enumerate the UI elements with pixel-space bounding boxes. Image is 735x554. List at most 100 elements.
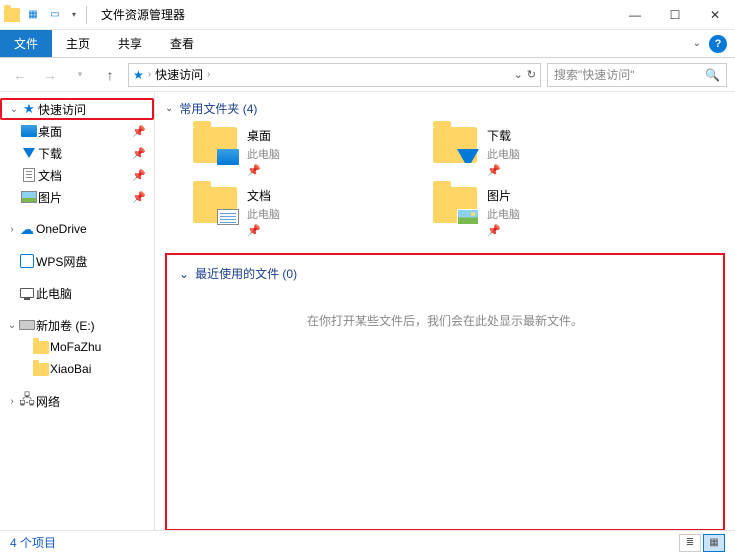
tab-view[interactable]: 查看 [156,30,208,57]
sidebar-item-label: 新加卷 (E:) [36,317,150,334]
window-title: 文件资源管理器 [93,6,185,23]
sidebar-item-pictures[interactable]: 图片 📌 [0,186,154,208]
qat-dropdown-icon[interactable]: ▾ [68,10,80,19]
search-box[interactable]: 🔍 [547,63,727,87]
sidebar-item-this-pc[interactable]: › 此电脑 [0,282,154,304]
chevron-right-icon[interactable]: › [207,69,210,80]
tab-share[interactable]: 共享 [104,30,156,57]
sidebar-item-folder[interactable]: › XiaoBai [0,358,154,380]
chevron-right-icon[interactable]: › [148,69,151,80]
view-details-button[interactable]: ≣ [679,534,701,552]
up-button[interactable]: ↑ [98,63,122,87]
folder-tile[interactable]: 文档 此电脑 📌 [193,187,393,237]
sidebar-item-label: WPS网盘 [36,253,150,270]
tile-sublabel: 此电脑 [247,206,280,222]
tile-sublabel: 此电脑 [487,146,520,162]
refresh-icon[interactable]: ↻ [527,68,536,81]
sidebar-item-documents[interactable]: 文档 📌 [0,164,154,186]
expand-icon[interactable]: ⌄ [8,104,20,115]
sidebar-item-onedrive[interactable]: › ☁ OneDrive [0,218,154,240]
sidebar-item-wps[interactable]: › WPS网盘 [0,250,154,272]
cloud-icon: ☁ [20,221,34,238]
address-bar[interactable]: ★ › 快速访问 › ⌄ ↻ [128,63,541,87]
folder-tile[interactable]: 桌面 此电脑 📌 [193,127,393,177]
sidebar-item-label: 此电脑 [36,285,150,302]
tile-name: 下载 [487,127,520,144]
search-icon[interactable]: 🔍 [705,68,720,82]
navigation-bar: ← → ▾ ↑ ★ › 快速访问 › ⌄ ↻ 🔍 [0,58,735,92]
app-icon [4,8,20,22]
recent-empty-message: 在你打开某些文件后，我们会在此处显示最新文件。 [179,312,711,329]
sidebar-item-label: OneDrive [36,222,150,236]
tile-name: 桌面 [247,127,280,144]
folder-icon [193,187,237,223]
star-icon: ★ [23,101,35,117]
sidebar-item-label: XiaoBai [50,362,150,376]
ribbon: 文件 主页 共享 查看 ⌄ ? [0,30,735,58]
address-dropdown-icon[interactable]: ⌄ [514,68,523,81]
expand-icon[interactable]: ⌄ [6,320,18,331]
sidebar-item-network[interactable]: › 🖧 网络 [0,390,154,412]
minimize-button[interactable]: — [615,0,655,30]
sidebar-item-volume[interactable]: ⌄ 新加卷 (E:) [0,314,154,336]
network-icon: 🖧 [19,389,35,413]
folder-icon [33,363,49,376]
recent-locations-icon[interactable]: ▾ [68,63,92,87]
pin-icon: 📌 [132,147,150,160]
pin-icon: 📌 [132,125,150,138]
document-icon [23,168,35,182]
collapse-icon[interactable]: ⌄ [179,267,189,281]
wps-icon [20,254,34,268]
section-recent-files[interactable]: ⌄ 最近使用的文件 (0) [179,265,711,282]
breadcrumb[interactable]: 快速访问 [155,66,203,83]
overlay-icon [457,149,479,165]
pin-icon: 📌 [247,224,261,237]
section-frequent-folders[interactable]: ⌄ 常用文件夹 (4) [165,100,725,117]
item-count: 4 个项目 [10,534,56,551]
pin-icon: 📌 [132,169,150,182]
tab-file[interactable]: 文件 [0,30,52,57]
tile-sublabel: 此电脑 [487,206,520,222]
folder-tile[interactable]: 图片 此电脑 📌 [433,187,633,237]
folder-icon [433,187,477,223]
drive-icon [19,320,35,330]
forward-button[interactable]: → [38,63,62,87]
sidebar-item-label: 桌面 [38,123,132,140]
ribbon-collapse-icon[interactable]: ⌄ [693,38,701,49]
view-large-icons-button[interactable]: ▦ [703,534,725,552]
tile-name: 文档 [247,187,280,204]
folder-icon [433,127,477,163]
qat-properties-icon[interactable]: ▦ [24,6,42,24]
folder-icon [193,127,237,163]
search-input[interactable] [554,68,701,82]
close-button[interactable]: ✕ [695,0,735,30]
sidebar-item-desktop[interactable]: 桌面 📌 [0,120,154,142]
expand-icon[interactable]: › [6,396,18,407]
collapse-icon[interactable]: ⌄ [165,103,173,114]
folder-icon [33,341,49,354]
section-title: 最近使用的文件 (0) [195,265,297,282]
sidebar-item-label: 文档 [38,167,132,184]
help-icon[interactable]: ? [709,35,727,53]
content-pane: ⌄ 常用文件夹 (4) 桌面 此电脑 📌 下载 此电脑 📌 文档 此电脑 📌 [155,92,735,530]
sidebar-item-quick-access[interactable]: ⌄ ★ 快速访问 [0,98,154,120]
download-icon [23,148,35,158]
tile-sublabel: 此电脑 [247,146,280,162]
pin-icon: 📌 [247,164,261,177]
maximize-button[interactable]: ☐ [655,0,695,30]
sidebar-item-folder[interactable]: › MoFaZhu [0,336,154,358]
pin-icon: 📌 [487,224,501,237]
pin-icon: 📌 [487,164,501,177]
expand-icon[interactable]: › [6,224,18,235]
sidebar-item-label: 网络 [36,393,150,410]
sidebar-item-downloads[interactable]: 下载 📌 [0,142,154,164]
separator [86,6,87,24]
overlay-icon [217,209,239,225]
tab-home[interactable]: 主页 [52,30,104,57]
folder-tile[interactable]: 下载 此电脑 📌 [433,127,633,177]
picture-icon [21,191,37,203]
qat-newfolder-icon[interactable]: ▭ [46,6,64,24]
tile-name: 图片 [487,187,520,204]
back-button[interactable]: ← [8,63,32,87]
title-bar: ▦ ▭ ▾ 文件资源管理器 — ☐ ✕ [0,0,735,30]
